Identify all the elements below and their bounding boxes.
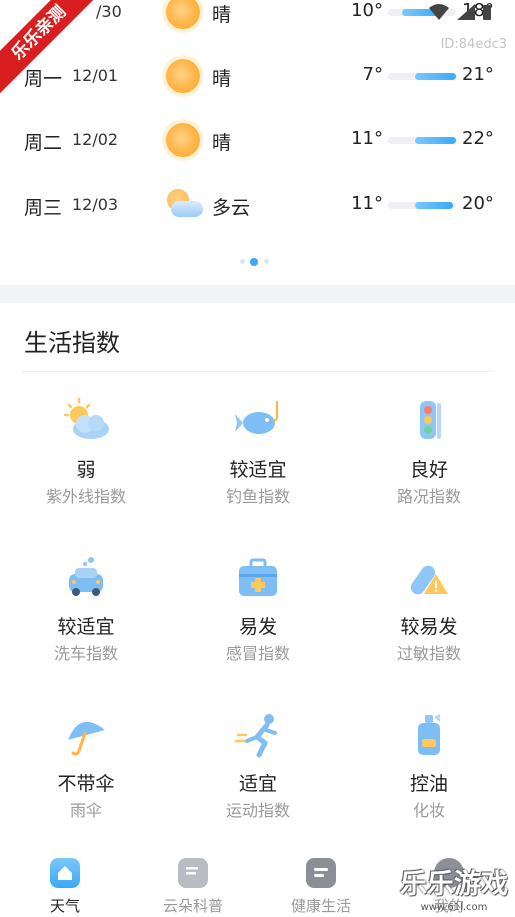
life-index-item[interactable]: 较易发 过敏指数: [359, 554, 499, 684]
forecast-low: 7°: [362, 64, 383, 85]
watermark-url: www.61l.com: [420, 902, 488, 913]
forecast-low: 11°: [351, 128, 383, 149]
medical-kit-icon: [239, 558, 277, 596]
forecast-condition: 晴: [212, 132, 232, 154]
life-index-item[interactable]: 良好 路况指数: [359, 397, 499, 527]
sun-icon: [165, 0, 201, 30]
forecast-day: 周三: [24, 197, 63, 219]
forecast-row[interactable]: 周三 12/03 多云 11° 20°: [0, 185, 515, 225]
index-value: 弱: [76, 459, 96, 481]
index-label: 化妆: [412, 801, 445, 820]
forecast-row[interactable]: 周一 12/01 晴 7° 21°: [0, 56, 515, 96]
page-dot: [240, 259, 245, 264]
index-value: 易发: [238, 616, 277, 638]
temperature-range-bar: [388, 137, 456, 144]
fish-icon: [235, 401, 278, 434]
forecast-condition: 晴: [212, 68, 232, 90]
divider: [22, 371, 493, 372]
life-index-item[interactable]: 适宜 运动指数: [188, 711, 328, 841]
forecast-condition: 晴: [212, 4, 232, 26]
nav-label: 云朵科普: [162, 897, 223, 915]
watermark-logo: 乐乐游戏 www.61l.com: [395, 868, 513, 917]
home-weather-icon: [50, 858, 80, 888]
forecast-low: 11°: [351, 193, 383, 214]
index-value: 较适宜: [229, 459, 287, 481]
partly-cloudy-icon: [165, 187, 203, 223]
forecast-high: 22°: [462, 128, 494, 149]
page-dot: [264, 259, 269, 264]
forecast-day: 周一: [24, 68, 63, 90]
index-label: 运动指数: [225, 801, 290, 820]
sun-icon: [165, 122, 201, 158]
nav-label: 天气: [49, 897, 80, 915]
forecast-condition: 多云: [212, 197, 251, 219]
allergy-pill-icon: [410, 565, 448, 595]
index-label: 雨伞: [69, 801, 102, 820]
index-value: 较易发: [400, 616, 458, 638]
index-value: 较适宜: [57, 616, 115, 638]
status-icons: [427, 2, 497, 22]
life-index-item[interactable]: 控油 化妆: [359, 711, 499, 841]
temperature-range-bar: [388, 202, 456, 209]
life-index-item[interactable]: 较适宜 钓鱼指数: [188, 397, 328, 527]
life-index-item[interactable]: 弱 紫外线指数: [16, 397, 156, 527]
index-label: 洗车指数: [53, 644, 118, 663]
index-value: 控油: [409, 773, 448, 795]
section-title: 生活指数: [24, 329, 120, 357]
cosmetic-bottle-icon: [418, 714, 440, 755]
uv-sun-cloud-icon: [63, 397, 109, 439]
umbrella-icon: [68, 721, 105, 756]
running-icon: [235, 714, 277, 758]
index-value: 良好: [409, 459, 448, 481]
forecast-high: 20°: [462, 193, 494, 214]
forecast-date: 12/02: [72, 130, 119, 149]
life-index-item[interactable]: 不带伞 雨伞: [16, 711, 156, 841]
forecast-low: 10°: [351, 0, 383, 21]
signal-icon: [457, 4, 475, 20]
index-label: 感冒指数: [225, 644, 290, 663]
battery-icon: [483, 5, 491, 20]
index-label: 过敏指数: [396, 644, 461, 663]
temperature-range-bar: [388, 73, 456, 80]
forecast-date: /30: [96, 2, 122, 21]
health-card-icon: [306, 858, 336, 888]
forecast-day: 周二: [24, 132, 63, 154]
life-index-item[interactable]: 较适宜 洗车指数: [16, 554, 156, 684]
forecast-date: 12/03: [72, 195, 119, 214]
index-label: 紫外线指数: [45, 487, 126, 506]
index-label: 钓鱼指数: [225, 487, 290, 506]
sun-icon: [165, 58, 201, 94]
nav-label: 健康生活: [290, 897, 351, 915]
nav-tab-weather[interactable]: 天气: [1, 850, 129, 917]
life-index-item[interactable]: 易发 感冒指数: [188, 554, 328, 684]
nav-tab-science[interactable]: 云朵科普: [129, 850, 257, 917]
car-wash-icon: [69, 557, 103, 596]
traffic-light-icon: [420, 401, 441, 439]
device-id: ID:84edc3: [440, 37, 507, 52]
index-label: 路况指数: [396, 487, 461, 506]
index-value: 适宜: [238, 773, 277, 795]
section-divider: [0, 285, 515, 303]
forecast-list: /30 晴 10° 18° 周一 12/01 晴 7° 21° 周二 12/02…: [0, 0, 515, 285]
forecast-row[interactable]: 周二 12/02 晴 11° 22°: [0, 120, 515, 160]
watermark-text: 乐乐游戏: [400, 869, 508, 900]
forecast-high: 21°: [462, 64, 494, 85]
forecast-date: 12/01: [72, 66, 119, 85]
index-value: 不带伞: [57, 773, 115, 795]
wifi-icon: [429, 4, 449, 20]
page-indicator: [238, 258, 278, 266]
article-icon: [178, 858, 208, 888]
page-dot-active: [250, 258, 258, 266]
nav-tab-health[interactable]: 健康生活: [257, 850, 385, 917]
